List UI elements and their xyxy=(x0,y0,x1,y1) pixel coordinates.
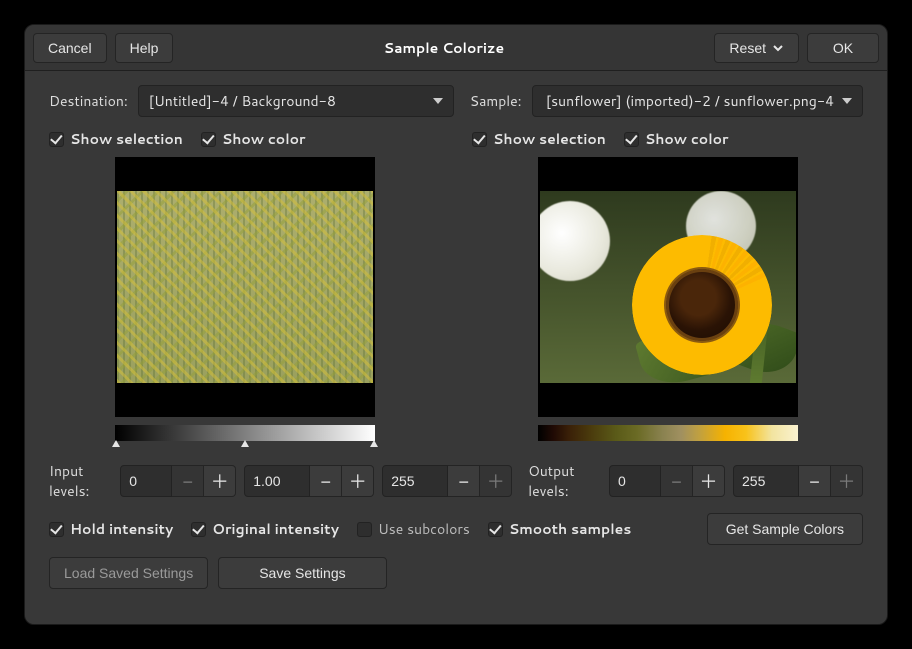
use-subcolors-checkbox[interactable]: Use subcolors xyxy=(357,519,470,539)
settings-row: Load Saved Settings Save Settings xyxy=(49,557,863,589)
input-gamma-spinner: − ＋ xyxy=(244,465,374,497)
original-intensity-checkbox[interactable]: Original intensity xyxy=(191,519,339,539)
checkbox-label: Show color xyxy=(222,129,306,149)
checkbox-icon xyxy=(624,132,639,147)
output-low-field[interactable] xyxy=(609,465,661,497)
dialog-content: Destination: [Untitled]-4 / Background-8… xyxy=(25,71,887,624)
dest-show-color-checkbox[interactable]: Show color xyxy=(201,129,306,149)
input-levels-label: Input levels: xyxy=(49,461,112,501)
plus-button[interactable]: ＋ xyxy=(693,465,725,497)
output-low-spinner: − ＋ xyxy=(609,465,725,497)
sample-color-strip[interactable] xyxy=(538,425,798,441)
minus-button[interactable]: − xyxy=(448,465,480,497)
checkbox-label: Smooth samples xyxy=(509,519,632,539)
dialog-window: Cancel Help Sample Colorize Reset OK Des… xyxy=(24,24,888,625)
save-settings-button[interactable]: Save Settings xyxy=(218,557,386,589)
sample-label: Sample: xyxy=(470,91,522,111)
destination-preview[interactable] xyxy=(115,157,375,417)
hold-intensity-checkbox[interactable]: Hold intensity xyxy=(49,519,173,539)
titlebar: Cancel Help Sample Colorize Reset OK xyxy=(25,25,887,71)
preview-row: Show selection Show color xyxy=(49,129,863,449)
checkbox-label: Show selection xyxy=(493,129,606,149)
checkbox-icon xyxy=(201,132,216,147)
slider-high-handle[interactable] xyxy=(370,440,378,447)
dest-show-selection-checkbox[interactable]: Show selection xyxy=(49,129,183,149)
checkbox-icon xyxy=(49,522,64,537)
input-gamma-field[interactable] xyxy=(244,465,310,497)
minus-button[interactable]: − xyxy=(310,465,342,497)
dropdown-icon xyxy=(433,98,443,104)
checkbox-label: Show color xyxy=(645,129,729,149)
destination-select-value: [Untitled]-4 / Background-8 xyxy=(149,91,336,111)
checkbox-icon xyxy=(488,522,503,537)
load-saved-settings-button[interactable]: Load Saved Settings xyxy=(49,557,208,589)
destination-label: Destination: xyxy=(49,91,128,111)
plus-button[interactable]: ＋ xyxy=(342,465,374,497)
reset-button[interactable]: Reset xyxy=(714,33,799,63)
input-low-spinner: − ＋ xyxy=(120,465,236,497)
checkbox-icon xyxy=(472,132,487,147)
destination-pane: Show selection Show color xyxy=(49,129,440,449)
sample-select[interactable]: [sunflower] (imported)-2 / sunflower.png… xyxy=(532,85,863,117)
reset-button-label: Reset xyxy=(729,40,766,56)
minus-button[interactable]: − xyxy=(172,465,204,497)
chevron-down-icon xyxy=(772,42,784,54)
input-high-spinner: − ＋ xyxy=(382,465,512,497)
minus-button[interactable]: − xyxy=(661,465,693,497)
sample-pane: Show selection Show color xyxy=(472,129,863,449)
checkbox-label: Show selection xyxy=(70,129,183,149)
plus-button[interactable]: ＋ xyxy=(831,465,863,497)
input-low-field[interactable] xyxy=(120,465,172,497)
ok-button[interactable]: OK xyxy=(807,33,879,63)
checkbox-icon xyxy=(49,132,64,147)
sample-image xyxy=(540,191,796,383)
checkbox-icon xyxy=(357,522,372,537)
dropdown-icon xyxy=(842,98,852,104)
destination-image xyxy=(117,191,373,383)
checkbox-icon xyxy=(191,522,206,537)
output-levels-label: Output levels: xyxy=(528,461,601,501)
slider-low-handle[interactable] xyxy=(112,440,120,447)
input-high-field[interactable] xyxy=(382,465,448,497)
checkbox-label: Hold intensity xyxy=(70,519,173,539)
output-high-spinner: − ＋ xyxy=(733,465,863,497)
smooth-samples-checkbox[interactable]: Smooth samples xyxy=(488,519,632,539)
slider-gamma-handle[interactable] xyxy=(241,440,249,447)
help-button[interactable]: Help xyxy=(115,33,174,63)
sample-preview[interactable] xyxy=(538,157,798,417)
destination-gradient-strip[interactable] xyxy=(115,425,375,441)
plus-button[interactable]: ＋ xyxy=(204,465,236,497)
sample-show-color-checkbox[interactable]: Show color xyxy=(624,129,729,149)
checkbox-label: Use subcolors xyxy=(378,519,470,539)
levels-row: Input levels: − ＋ − ＋ − ＋ Output levels:… xyxy=(49,461,863,501)
checkbox-label: Original intensity xyxy=(212,519,339,539)
input-level-sliders[interactable] xyxy=(115,441,375,449)
sample-show-selection-checkbox[interactable]: Show selection xyxy=(472,129,606,149)
minus-button[interactable]: − xyxy=(799,465,831,497)
plus-button[interactable]: ＋ xyxy=(480,465,512,497)
destination-select[interactable]: [Untitled]-4 / Background-8 xyxy=(138,85,454,117)
cancel-button[interactable]: Cancel xyxy=(33,33,107,63)
dialog-title: Sample Colorize xyxy=(181,38,706,58)
source-row: Destination: [Untitled]-4 / Background-8… xyxy=(49,85,863,117)
sample-select-value: [sunflower] (imported)-2 / sunflower.png… xyxy=(546,91,834,111)
output-high-field[interactable] xyxy=(733,465,799,497)
get-sample-colors-button[interactable]: Get Sample Colors xyxy=(707,513,863,545)
options-row: Hold intensity Original intensity Use su… xyxy=(49,513,863,545)
